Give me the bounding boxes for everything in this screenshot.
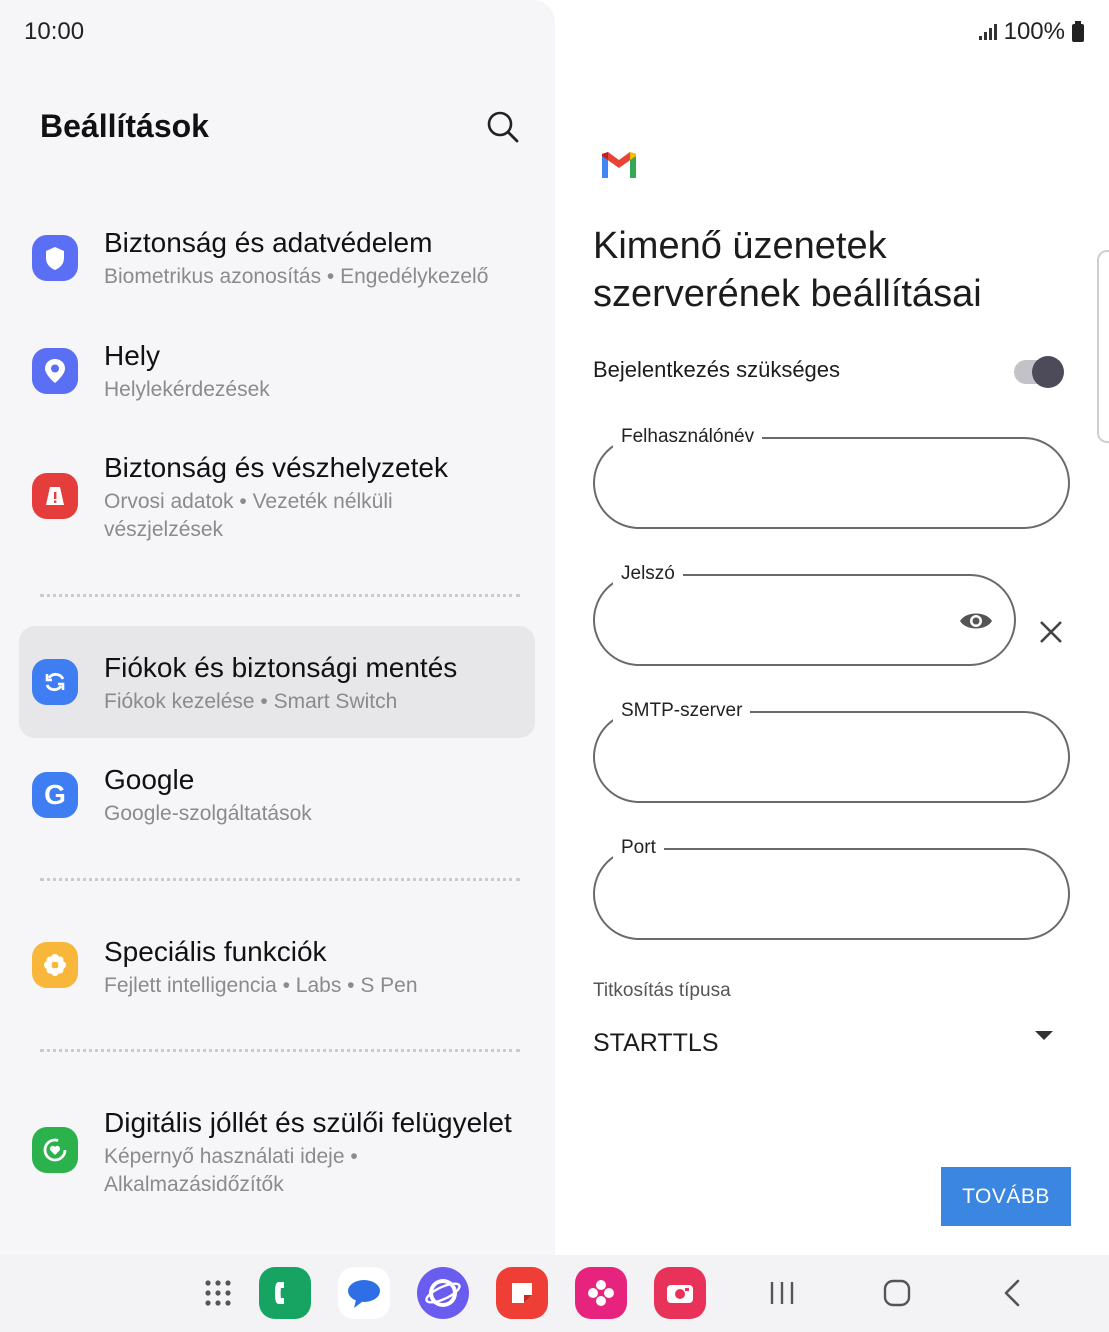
field-label: Felhasználónév bbox=[613, 426, 763, 448]
field-label: Port bbox=[613, 837, 664, 859]
encryption-type-dropdown[interactable]: STARTTLS bbox=[593, 1025, 1063, 1065]
settings-item-safety-emergency[interactable]: Biztonság és vészhelyzetek Orvosi adatok… bbox=[19, 440, 535, 555]
gallery-icon[interactable] bbox=[575, 1267, 627, 1319]
divider bbox=[40, 594, 520, 597]
toggle-knob bbox=[1032, 356, 1064, 388]
internet-icon[interactable] bbox=[417, 1267, 469, 1319]
chevron-down-icon bbox=[1035, 1031, 1053, 1040]
encryption-type-value: STARTTLS bbox=[593, 1029, 719, 1057]
phone-icon[interactable] bbox=[259, 1267, 311, 1319]
field-label: Jelszó bbox=[613, 563, 683, 585]
camera-icon[interactable] bbox=[654, 1267, 706, 1319]
smtp-server-field[interactable]: SMTP-szerver bbox=[593, 700, 1070, 803]
divider bbox=[40, 1049, 520, 1052]
home-icon[interactable] bbox=[873, 1269, 921, 1317]
shield-icon bbox=[32, 235, 78, 281]
show-password-eye-icon[interactable] bbox=[958, 606, 994, 636]
settings-item-title: Biztonság és vészhelyzetek bbox=[104, 452, 448, 483]
settings-item-title: Fiókok és biztonsági mentés bbox=[104, 652, 458, 683]
settings-item-security-privacy[interactable]: Biztonság és adatvédelem Biometrikus azo… bbox=[19, 215, 535, 305]
notes-icon[interactable] bbox=[496, 1267, 548, 1319]
wellbeing-icon bbox=[32, 1127, 78, 1173]
close-icon[interactable] bbox=[1037, 618, 1065, 646]
settings-pane: 10:00 Beállítások Biztonság és adatvédel… bbox=[0, 0, 555, 1255]
google-icon: G bbox=[32, 772, 78, 818]
status-indicators: 100% bbox=[978, 18, 1085, 46]
battery-icon bbox=[1072, 21, 1084, 42]
settings-item-subtitle: Helylekérdezések bbox=[104, 378, 270, 401]
settings-item-subtitle: Fiókok kezelése • Smart Switch bbox=[104, 690, 398, 713]
page-title: Kimenő üzenetek szerverének beállításai bbox=[593, 225, 982, 315]
password-field[interactable]: Jelszó bbox=[593, 563, 1016, 666]
settings-item-title: Hely bbox=[104, 340, 161, 371]
page-title: Beállítások bbox=[40, 108, 209, 144]
recents-icon[interactable] bbox=[758, 1269, 806, 1317]
settings-item-subtitle: Biometrikus azonosítás • Engedélykezelő bbox=[104, 265, 489, 288]
password-input[interactable] bbox=[623, 602, 917, 638]
field-label: SMTP-szerver bbox=[613, 700, 751, 722]
settings-item-title: Google bbox=[104, 764, 195, 795]
settings-item-accounts-backup[interactable]: Fiókok és biztonsági mentés Fiókok kezel… bbox=[19, 626, 535, 738]
smtp-server-input[interactable] bbox=[623, 739, 955, 775]
encryption-type-label: Titkosítás típusa bbox=[593, 980, 731, 1001]
apps-grid-icon[interactable] bbox=[192, 1267, 244, 1319]
signal-icon bbox=[978, 24, 997, 40]
settings-item-title: Digitális jóllét és szülői felügyelet bbox=[104, 1107, 512, 1138]
settings-item-subtitle: Fejlett intelligencia • Labs • S Pen bbox=[104, 974, 418, 997]
settings-item-subtitle: Képernyő használati ideje • Alkalmazásid… bbox=[104, 1145, 358, 1196]
port-field[interactable]: Port bbox=[593, 837, 1070, 940]
settings-item-subtitle: Google-szolgáltatások bbox=[104, 802, 312, 825]
settings-item-title: Biztonság és adatvédelem bbox=[104, 227, 433, 258]
username-input[interactable] bbox=[623, 465, 955, 501]
search-icon[interactable] bbox=[484, 108, 522, 146]
settings-item-advanced-features[interactable]: Speciális funkciók Fejlett intelligencia… bbox=[19, 922, 535, 1012]
messages-icon[interactable] bbox=[338, 1267, 390, 1319]
settings-item-google[interactable]: G Google Google-szolgáltatások bbox=[19, 752, 535, 842]
login-required-toggle[interactable] bbox=[1014, 356, 1066, 388]
back-icon[interactable] bbox=[988, 1269, 1036, 1317]
username-field[interactable]: Felhasználónév bbox=[593, 426, 1070, 529]
battery-percent: 100% bbox=[1003, 18, 1065, 45]
status-time: 10:00 bbox=[24, 18, 85, 45]
location-pin-icon bbox=[32, 348, 78, 394]
settings-item-digital-wellbeing[interactable]: Digitális jóllét és szülői felügyelet Ké… bbox=[19, 1093, 535, 1208]
port-input[interactable] bbox=[623, 876, 955, 912]
emergency-icon bbox=[32, 473, 78, 519]
divider bbox=[40, 878, 520, 881]
next-button[interactable]: TOVÁBB bbox=[941, 1167, 1071, 1226]
login-required-label: Bejelentkezés szükséges bbox=[593, 357, 841, 382]
edge-panel-handle[interactable] bbox=[1097, 250, 1109, 443]
settings-item-location[interactable]: Hely Helylekérdezések bbox=[19, 328, 535, 418]
settings-item-title: Speciális funkciók bbox=[104, 936, 327, 967]
taskbar bbox=[0, 1255, 1109, 1332]
settings-item-subtitle: Orvosi adatok • Vezeték nélküli vészjelz… bbox=[104, 490, 393, 541]
gear-flower-icon bbox=[32, 942, 78, 988]
sync-icon bbox=[32, 659, 78, 705]
gmail-logo-icon bbox=[600, 150, 638, 180]
